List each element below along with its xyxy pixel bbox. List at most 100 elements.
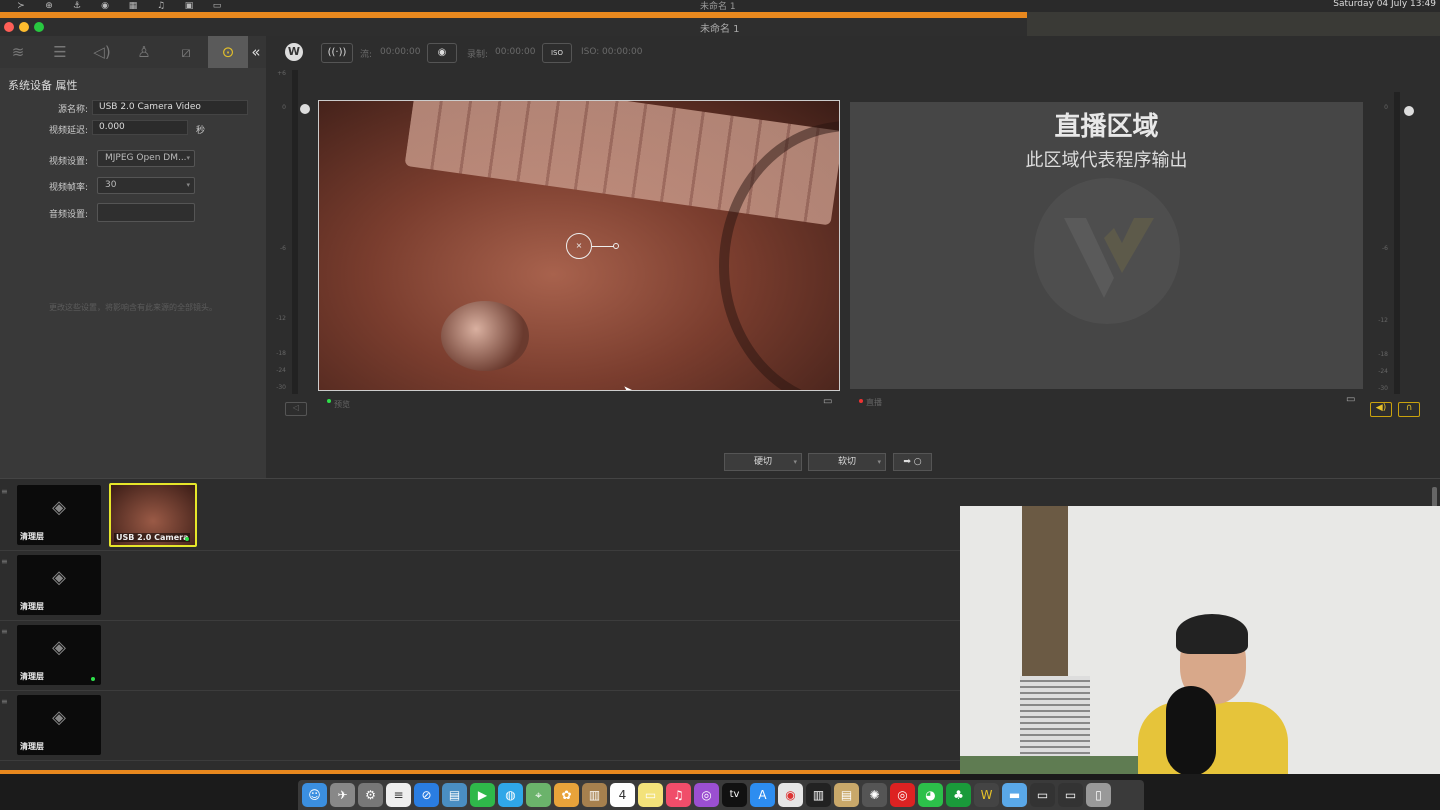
photos-icon[interactable]: ✿ <box>554 783 579 807</box>
shot-label: 清理层 <box>20 742 44 751</box>
audio-settings-select[interactable] <box>97 203 195 222</box>
gamepad-icon[interactable]: ◉ <box>98 1 112 11</box>
drag-handle-icon[interactable]: ≡ <box>1 557 9 566</box>
preview-monitor-icon[interactable]: ▭ <box>823 396 832 407</box>
iso-label: ISO: <box>581 47 600 57</box>
live-dot <box>185 537 189 541</box>
finder-icon[interactable]: ☺ <box>302 783 327 807</box>
stickies-icon[interactable]: ▭ <box>638 783 663 807</box>
trash-icon[interactable]: ▯ <box>1086 783 1111 807</box>
system-preferences-icon[interactable]: ⚙ <box>358 783 383 807</box>
collapse-icon[interactable]: « <box>246 42 266 62</box>
preview-volume-track[interactable] <box>292 70 298 394</box>
slash-icon[interactable]: ⧄ <box>176 42 196 62</box>
preview-status-dot <box>327 399 331 403</box>
calendar-icon[interactable]: ▣ <box>182 1 196 11</box>
minimize-window-button[interactable] <box>19 22 29 32</box>
drag-handle-icon[interactable]: ≡ <box>1 697 9 706</box>
soft-cut-select[interactable]: 软切 ▾ <box>808 453 886 471</box>
scrollbar[interactable] <box>1432 487 1437 507</box>
layers-icon: ◈ <box>52 707 66 728</box>
music-icon[interactable]: ♫ <box>666 783 691 807</box>
headphones-icon[interactable]: ∩ <box>1398 402 1420 417</box>
shot-thumbnail[interactable]: ◈ 清理层 <box>17 625 101 685</box>
program-volume-track[interactable] <box>1394 92 1400 394</box>
podcasts-icon[interactable]: ◎ <box>694 783 719 807</box>
maps-icon[interactable]: ⌖ <box>526 783 551 807</box>
shot-label: 清理层 <box>20 532 44 541</box>
evernote-icon[interactable]: ♣ <box>946 783 971 807</box>
mute-preview-icon[interactable]: ◁ <box>285 402 307 416</box>
sliders-icon[interactable]: ☰ <box>50 42 70 62</box>
launchpad-icon[interactable]: ✈ <box>330 783 355 807</box>
hard-cut-select[interactable]: 硬切 ▾ <box>724 453 802 471</box>
scale-label: -30 <box>276 384 286 391</box>
preview-video[interactable]: × ➤ <box>318 100 840 391</box>
more-icon[interactable]: ⊙ <box>208 36 248 68</box>
crosshair-icon[interactable]: × <box>566 233 592 259</box>
screen-icon[interactable]: ▭ <box>1030 783 1055 807</box>
wechat-icon[interactable]: ◕ <box>918 783 943 807</box>
shot-thumbnail[interactable]: ◈ 清理层 <box>17 485 101 545</box>
folder-icon[interactable]: ▬ <box>1002 783 1027 807</box>
record-time: 00:00:00 <box>495 47 536 57</box>
calendar-icon[interactable]: 4 <box>610 783 635 807</box>
davinci-icon[interactable]: ✺ <box>862 783 887 807</box>
terminal-icon[interactable]: ≻ <box>14 1 28 11</box>
shot-label: USB 2.0 Camera <box>114 533 191 542</box>
chevron-down-icon: ▾ <box>877 458 881 466</box>
rotation-handle[interactable] <box>613 243 619 249</box>
go-button[interactable]: ➡ ○ <box>893 453 932 471</box>
shot-thumbnail-camera[interactable]: USB 2.0 Camera <box>109 483 197 547</box>
video-delay-field[interactable]: 0.000 <box>92 120 188 135</box>
wirecast-icon[interactable]: W <box>974 783 999 807</box>
drag-handle-icon[interactable]: ≡ <box>1 487 9 496</box>
music-icon[interactable]: ♫ <box>154 1 168 11</box>
program-volume-knob[interactable] <box>1404 106 1414 116</box>
iso-icon[interactable]: ISO <box>542 43 572 63</box>
chrome-icon[interactable]: ◉ <box>778 783 803 807</box>
video-settings-value: MJPEG Open DM... <box>105 153 187 163</box>
speaker-icon[interactable]: ◁) <box>92 42 112 62</box>
screen2-icon[interactable]: ▭ <box>1058 783 1083 807</box>
contacts-icon[interactable]: ▥ <box>582 783 607 807</box>
piano-icon[interactable]: ▥ <box>806 783 831 807</box>
zoom-window-button[interactable] <box>34 22 44 32</box>
netease-icon[interactable]: ◎ <box>890 783 915 807</box>
wifi-stream-icon[interactable]: ((·)) <box>321 43 353 63</box>
person-icon[interactable]: ♙ <box>134 42 154 62</box>
scale-label: -18 <box>1378 351 1388 358</box>
frame-rate-select[interactable]: 30 ▾ <box>97 177 195 194</box>
hard-cut-label: 硬切 <box>753 457 772 467</box>
scale-label: -12 <box>1378 317 1388 324</box>
facetime-icon[interactable]: ▶ <box>470 783 495 807</box>
source-name-field[interactable]: USB 2.0 Camera Video <box>92 100 248 115</box>
video-settings-select[interactable]: MJPEG Open DM... ▾ <box>97 150 195 167</box>
preview-icon[interactable]: ▤ <box>442 783 467 807</box>
layers-icon[interactable]: ≋ <box>8 42 28 62</box>
notes-icon[interactable]: ≡ <box>386 783 411 807</box>
grid-icon[interactable]: ▦ <box>126 1 140 11</box>
shot-thumbnail[interactable]: ◈ 清理层 <box>17 695 101 755</box>
appstore-icon[interactable]: A <box>750 783 775 807</box>
preview-volume-knob[interactable] <box>300 104 310 114</box>
scale-label: -30 <box>1378 385 1388 392</box>
video-delay-unit: 秒 <box>196 126 206 136</box>
record-icon[interactable]: ◉ <box>427 43 457 63</box>
layer-divider <box>0 760 960 761</box>
shot-thumbnail[interactable]: ◈ 清理层 <box>17 555 101 615</box>
globe-icon[interactable]: ⊕ <box>42 1 56 11</box>
close-window-button[interactable] <box>4 22 14 32</box>
safari-icon[interactable]: ⊘ <box>414 783 439 807</box>
messages-icon[interactable]: ◍ <box>498 783 523 807</box>
drag-handle-icon[interactable]: ≡ <box>1 627 9 636</box>
menubar-clock[interactable]: Saturday 04 July 13:49 <box>1333 0 1436 9</box>
archive-icon[interactable]: ▤ <box>834 783 859 807</box>
laptop-icon[interactable]: ▭ <box>210 1 224 11</box>
speaker-on-icon[interactable]: ◀) <box>1370 402 1392 417</box>
wirecast-logo-icon[interactable]: W <box>285 43 303 61</box>
layers-icon: ◈ <box>52 497 66 518</box>
program-monitor-icon[interactable]: ▭ <box>1346 394 1355 405</box>
anchor-icon[interactable]: ⚓ <box>70 1 84 11</box>
tv-icon[interactable]: tv <box>722 783 747 807</box>
